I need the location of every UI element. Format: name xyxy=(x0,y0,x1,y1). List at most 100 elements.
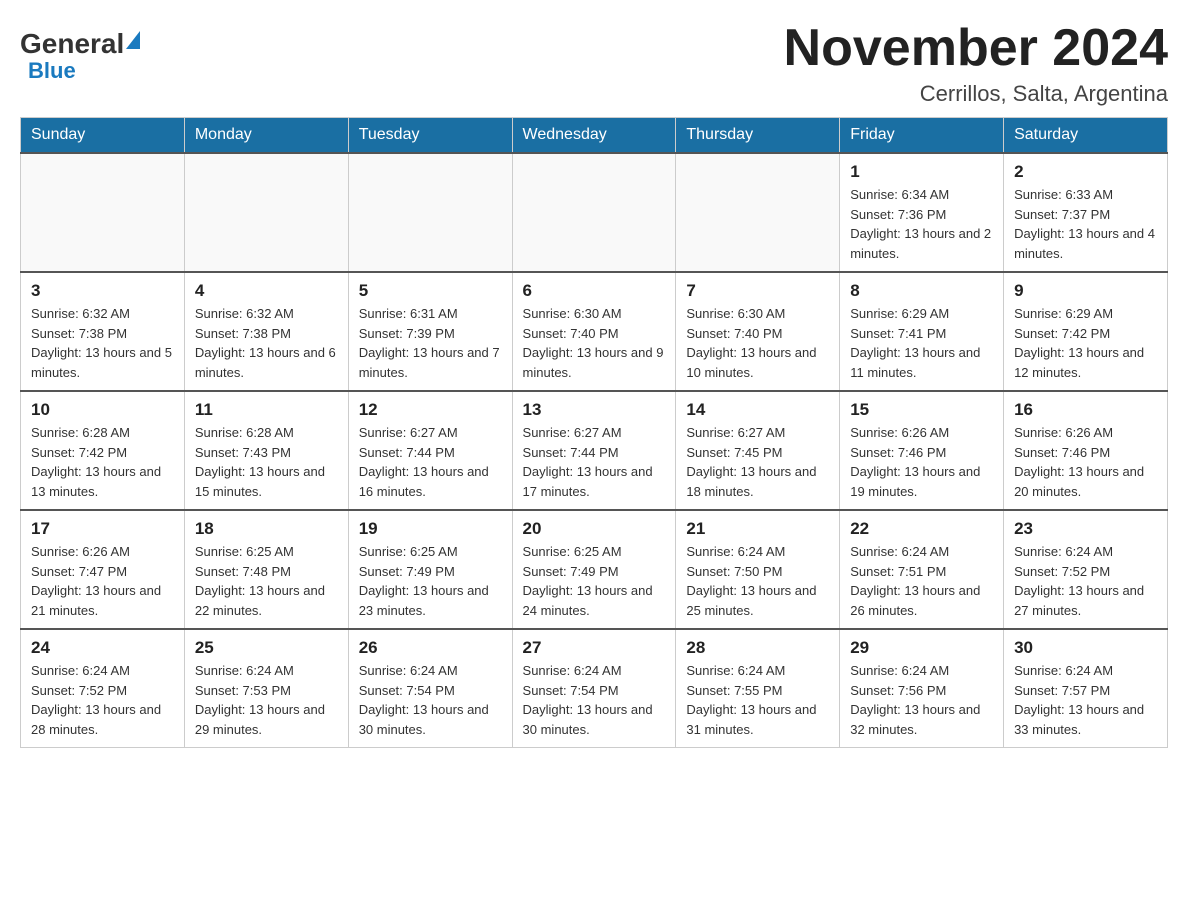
day-number: 26 xyxy=(359,638,502,658)
day-info: Sunrise: 6:33 AMSunset: 7:37 PMDaylight:… xyxy=(1014,185,1157,263)
calendar-cell: 5 Sunrise: 6:31 AMSunset: 7:39 PMDaylight… xyxy=(348,272,512,391)
logo-general: General xyxy=(20,30,124,58)
day-info: Sunrise: 6:24 AMSunset: 7:51 PMDaylight:… xyxy=(850,542,993,620)
day-info: Sunrise: 6:25 AMSunset: 7:49 PMDaylight:… xyxy=(359,542,502,620)
day-info: Sunrise: 6:24 AMSunset: 7:57 PMDaylight:… xyxy=(1014,661,1157,739)
day-info: Sunrise: 6:30 AMSunset: 7:40 PMDaylight:… xyxy=(523,304,666,382)
calendar-cell: 19Sunrise: 6:25 AMSunset: 7:49 PMDayligh… xyxy=(348,510,512,629)
day-of-week-header: Saturday xyxy=(1004,118,1168,154)
calendar-cell: 26 Sunrise: 6:24 AMSunset: 7:54 PMDayligh… xyxy=(348,629,512,748)
day-number: 14 xyxy=(686,400,829,420)
calendar-cell: 1 Sunrise: 6:34 AMSunset: 7:36 PMDaylight… xyxy=(840,153,1004,272)
calendar-cell: 3 Sunrise: 6:32 AMSunset: 7:38 PMDaylight… xyxy=(21,272,185,391)
day-number: 13 xyxy=(523,400,666,420)
calendar-cell: 11 Sunrise: 6:28 AMSunset: 7:43 PMDayligh… xyxy=(184,391,348,510)
day-of-week-header: Sunday xyxy=(21,118,185,154)
day-info: Sunrise: 6:26 AMSunset: 7:46 PMDaylight:… xyxy=(1014,423,1157,501)
calendar-cell: 28 Sunrise: 6:24 AMSunset: 7:55 PMDayligh… xyxy=(676,629,840,748)
logo-line1: General xyxy=(20,30,140,58)
calendar-week-row: 1 Sunrise: 6:34 AMSunset: 7:36 PMDaylight… xyxy=(21,153,1168,272)
calendar-cell: 7 Sunrise: 6:30 AMSunset: 7:40 PMDaylight… xyxy=(676,272,840,391)
day-info: Sunrise: 6:30 AMSunset: 7:40 PMDaylight:… xyxy=(686,304,829,382)
calendar-cell: 9 Sunrise: 6:29 AMSunset: 7:42 PMDaylight… xyxy=(1004,272,1168,391)
calendar-cell: 29 Sunrise: 6:24 AMSunset: 7:56 PMDayligh… xyxy=(840,629,1004,748)
day-number: 6 xyxy=(523,281,666,301)
calendar-cell xyxy=(676,153,840,272)
day-info: Sunrise: 6:27 AMSunset: 7:45 PMDaylight:… xyxy=(686,423,829,501)
day-info: Sunrise: 6:24 AMSunset: 7:50 PMDaylight:… xyxy=(686,542,829,620)
day-number: 29 xyxy=(850,638,993,658)
calendar-week-row: 17 Sunrise: 6:26 AMSunset: 7:47 PMDayligh… xyxy=(21,510,1168,629)
calendar-cell: 10 Sunrise: 6:28 AMSunset: 7:42 PMDayligh… xyxy=(21,391,185,510)
calendar-cell: 2 Sunrise: 6:33 AMSunset: 7:37 PMDaylight… xyxy=(1004,153,1168,272)
day-info: Sunrise: 6:24 AMSunset: 7:56 PMDaylight:… xyxy=(850,661,993,739)
day-number: 17 xyxy=(31,519,174,539)
day-info: Sunrise: 6:28 AMSunset: 7:43 PMDaylight:… xyxy=(195,423,338,501)
day-number: 20 xyxy=(523,519,666,539)
calendar-cell xyxy=(348,153,512,272)
day-info: Sunrise: 6:25 AMSunset: 7:49 PMDaylight:… xyxy=(523,542,666,620)
day-number: 21 xyxy=(686,519,829,539)
day-info: Sunrise: 6:24 AMSunset: 7:54 PMDaylight:… xyxy=(359,661,502,739)
day-number: 12 xyxy=(359,400,502,420)
calendar-cell: 12 Sunrise: 6:27 AMSunset: 7:44 PMDayligh… xyxy=(348,391,512,510)
day-number: 2 xyxy=(1014,162,1157,182)
day-of-week-header: Thursday xyxy=(676,118,840,154)
day-number: 10 xyxy=(31,400,174,420)
day-number: 30 xyxy=(1014,638,1157,658)
calendar-cell: 16 Sunrise: 6:26 AMSunset: 7:46 PMDayligh… xyxy=(1004,391,1168,510)
month-title: November 2024 xyxy=(784,20,1168,77)
day-info: Sunrise: 6:24 AMSunset: 7:52 PMDaylight:… xyxy=(1014,542,1157,620)
day-info: Sunrise: 6:24 AMSunset: 7:55 PMDaylight:… xyxy=(686,661,829,739)
day-info: Sunrise: 6:32 AMSunset: 7:38 PMDaylight:… xyxy=(31,304,174,382)
day-info: Sunrise: 6:24 AMSunset: 7:54 PMDaylight:… xyxy=(523,661,666,739)
title-section: November 2024 Cerrillos, Salta, Argentin… xyxy=(784,20,1168,107)
day-info: Sunrise: 6:28 AMSunset: 7:42 PMDaylight:… xyxy=(31,423,174,501)
calendar-cell: 18 Sunrise: 6:25 AMSunset: 7:48 PMDayligh… xyxy=(184,510,348,629)
day-number: 28 xyxy=(686,638,829,658)
calendar-cell: 22 Sunrise: 6:24 AMSunset: 7:51 PMDayligh… xyxy=(840,510,1004,629)
logo: General Blue xyxy=(20,20,140,84)
calendar-cell: 13Sunrise: 6:27 AMSunset: 7:44 PMDayligh… xyxy=(512,391,676,510)
day-info: Sunrise: 6:26 AMSunset: 7:46 PMDaylight:… xyxy=(850,423,993,501)
calendar-cell: 20 Sunrise: 6:25 AMSunset: 7:49 PMDayligh… xyxy=(512,510,676,629)
day-of-week-header: Friday xyxy=(840,118,1004,154)
calendar-cell: 14 Sunrise: 6:27 AMSunset: 7:45 PMDayligh… xyxy=(676,391,840,510)
calendar-table: SundayMondayTuesdayWednesdayThursdayFrid… xyxy=(20,117,1168,748)
calendar-header-row: SundayMondayTuesdayWednesdayThursdayFrid… xyxy=(21,118,1168,154)
day-number: 18 xyxy=(195,519,338,539)
day-info: Sunrise: 6:27 AMSunset: 7:44 PMDaylight:… xyxy=(359,423,502,501)
day-number: 11 xyxy=(195,400,338,420)
calendar-cell: 8Sunrise: 6:29 AMSunset: 7:41 PMDaylight… xyxy=(840,272,1004,391)
day-info: Sunrise: 6:32 AMSunset: 7:38 PMDaylight:… xyxy=(195,304,338,382)
calendar-cell xyxy=(512,153,676,272)
calendar-week-row: 3 Sunrise: 6:32 AMSunset: 7:38 PMDaylight… xyxy=(21,272,1168,391)
calendar-cell: 25Sunrise: 6:24 AMSunset: 7:53 PMDayligh… xyxy=(184,629,348,748)
page-header: General Blue November 2024 Cerrillos, Sa… xyxy=(20,20,1168,107)
day-number: 15 xyxy=(850,400,993,420)
calendar-cell: 23 Sunrise: 6:24 AMSunset: 7:52 PMDayligh… xyxy=(1004,510,1168,629)
day-number: 1 xyxy=(850,162,993,182)
day-info: Sunrise: 6:29 AMSunset: 7:41 PMDaylight:… xyxy=(850,304,993,382)
day-info: Sunrise: 6:25 AMSunset: 7:48 PMDaylight:… xyxy=(195,542,338,620)
calendar-cell: 6 Sunrise: 6:30 AMSunset: 7:40 PMDaylight… xyxy=(512,272,676,391)
day-info: Sunrise: 6:34 AMSunset: 7:36 PMDaylight:… xyxy=(850,185,993,263)
day-info: Sunrise: 6:29 AMSunset: 7:42 PMDaylight:… xyxy=(1014,304,1157,382)
day-number: 4 xyxy=(195,281,338,301)
calendar-cell xyxy=(21,153,185,272)
calendar-cell xyxy=(184,153,348,272)
day-info: Sunrise: 6:26 AMSunset: 7:47 PMDaylight:… xyxy=(31,542,174,620)
day-number: 5 xyxy=(359,281,502,301)
day-number: 24 xyxy=(31,638,174,658)
day-number: 23 xyxy=(1014,519,1157,539)
day-number: 16 xyxy=(1014,400,1157,420)
location-title: Cerrillos, Salta, Argentina xyxy=(784,81,1168,107)
day-number: 7 xyxy=(686,281,829,301)
day-info: Sunrise: 6:24 AMSunset: 7:52 PMDaylight:… xyxy=(31,661,174,739)
calendar-week-row: 24 Sunrise: 6:24 AMSunset: 7:52 PMDayligh… xyxy=(21,629,1168,748)
calendar-cell: 30 Sunrise: 6:24 AMSunset: 7:57 PMDayligh… xyxy=(1004,629,1168,748)
day-number: 9 xyxy=(1014,281,1157,301)
day-info: Sunrise: 6:31 AMSunset: 7:39 PMDaylight:… xyxy=(359,304,502,382)
day-number: 3 xyxy=(31,281,174,301)
day-number: 22 xyxy=(850,519,993,539)
